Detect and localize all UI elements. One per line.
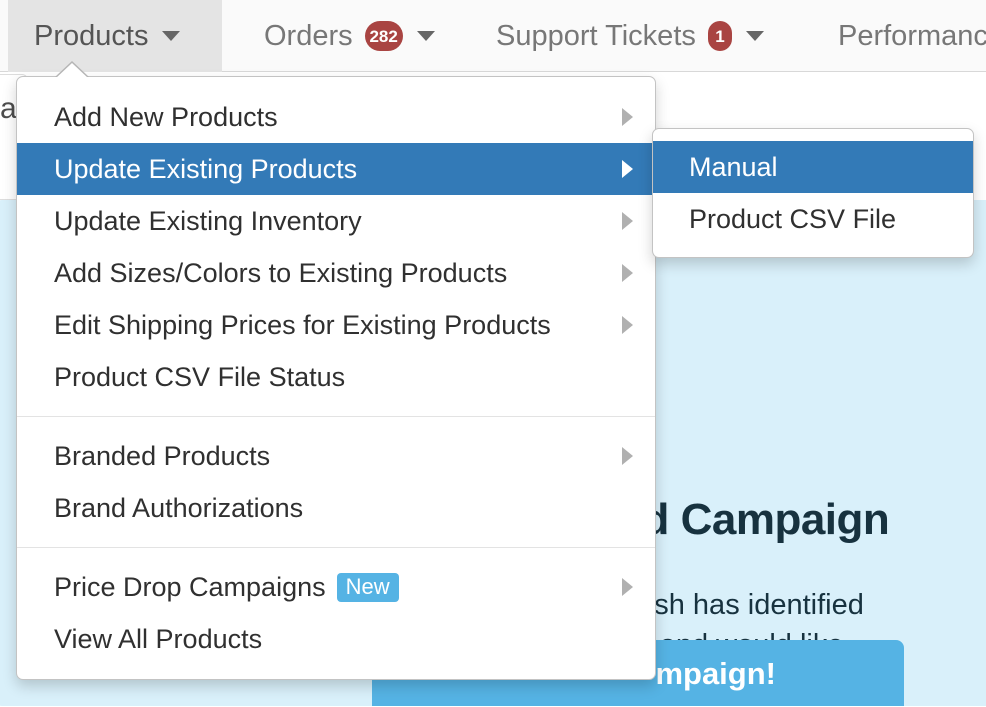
nav-item-badge: 1 [708,21,732,51]
chevron-right-icon [622,447,633,465]
menu-item-add-sizes-colors-to-existing-products[interactable]: Add Sizes/Colors to Existing Products [17,247,655,299]
menu-item-label: Price Drop Campaigns [54,572,326,603]
nav-item-label: Orders [264,20,353,53]
menu-divider [17,416,655,417]
menu-item-add-new-products[interactable]: Add New Products [17,91,655,143]
nav-item-label: Support Tickets [496,20,696,53]
menu-divider [17,547,655,548]
chevron-down-icon [162,31,180,41]
chevron-right-icon [622,108,633,126]
menu-item-label: Add Sizes/Colors to Existing Products [54,258,507,289]
products-dropdown-menu: Add New Products Update Existing Products… [16,76,656,680]
background-fragment-text: a [0,92,17,126]
chevron-right-icon [622,264,633,282]
nav-item-products[interactable]: Products [8,0,222,72]
menu-item-label: Edit Shipping Prices for Existing Produc… [54,310,551,341]
menu-item-price-drop-campaigns[interactable]: Price Drop Campaigns New [17,561,655,613]
menu-item-label: Update Existing Inventory [54,206,362,237]
nav-item-support-tickets[interactable]: Support Tickets 1 [470,0,790,72]
submenu-item-label: Product CSV File [689,204,896,235]
nav-item-badge: 282 [365,21,403,51]
menu-item-label: Update Existing Products [54,154,357,185]
submenu-item-product-csv-file[interactable]: Product CSV File [653,193,973,245]
menu-item-branded-products[interactable]: Branded Products [17,430,655,482]
new-badge: New [337,573,399,602]
nav-item-performance[interactable]: Performance [812,0,986,72]
chevron-down-icon [746,31,764,41]
menu-item-update-existing-inventory[interactable]: Update Existing Inventory [17,195,655,247]
chevron-right-icon [622,578,633,596]
menu-item-product-csv-file-status[interactable]: Product CSV File Status [17,351,655,403]
update-existing-products-submenu: Manual Product CSV File [652,128,974,258]
menu-item-update-existing-products[interactable]: Update Existing Products [17,143,655,195]
dropdown-caret-icon [56,63,88,78]
menu-item-label: Branded Products [54,441,270,472]
menu-item-edit-shipping-prices-for-existing-products[interactable]: Edit Shipping Prices for Existing Produc… [17,299,655,351]
submenu-item-manual[interactable]: Manual [653,141,973,193]
chevron-right-icon [622,212,633,230]
nav-item-label: Products [34,20,148,53]
nav-item-orders[interactable]: Orders 282 [238,0,448,72]
chevron-down-icon [417,31,435,41]
dropdown-body: Add New Products Update Existing Products… [17,91,655,665]
chevron-right-icon [622,160,633,178]
menu-item-label: Brand Authorizations [54,493,303,524]
menu-item-view-all-products[interactable]: View All Products [17,613,655,665]
menu-item-label: Add New Products [54,102,278,133]
submenu-item-label: Manual [689,152,778,183]
menu-item-label: View All Products [54,624,262,655]
chevron-right-icon [622,316,633,334]
menu-item-brand-authorizations[interactable]: Brand Authorizations [17,482,655,534]
menu-item-label: Product CSV File Status [54,362,345,393]
nav-item-label: Performance [838,20,986,53]
submenu-body: Manual Product CSV File [653,141,973,245]
